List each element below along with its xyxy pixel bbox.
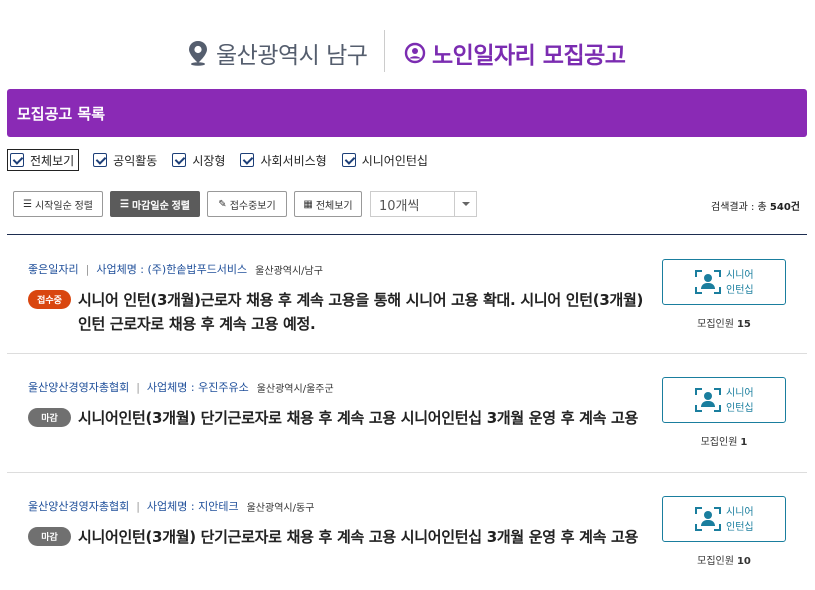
job-type-label: 시니어 인턴십 [726, 386, 766, 416]
job-type-pill: 시니어 인턴십 [662, 377, 786, 423]
filter-market-type[interactable]: 시장형 [172, 149, 225, 171]
header-divider [384, 30, 385, 72]
view-receiving-button[interactable]: ✎ 접수중보기 [207, 191, 287, 217]
button-label: 시작일순 정렬 [34, 200, 93, 212]
item-meta: 좋은일자리 | 사업체명 : (주)한솥밥푸드서비스 울산광역시/남구 [28, 261, 323, 277]
filter-label: 전체보기 [30, 153, 75, 168]
recruit-number: 1 [740, 437, 748, 448]
recruit-count: 모집인원 1 [662, 433, 786, 448]
person-scan-icon [695, 270, 721, 294]
region: 울산광역시/남구 [255, 265, 323, 277]
organization-name: 좋은일자리 [28, 263, 79, 276]
business-name: 사업체명 : (주)한솥밥푸드서비스 [96, 263, 248, 276]
meta-separator: | [85, 262, 90, 276]
checkbox-checked-icon[interactable] [240, 153, 255, 167]
checkbox-checked-icon[interactable] [10, 153, 24, 167]
view-all-button[interactable]: ▦ 전체보기 [294, 191, 362, 217]
filter-group: 전체보기 공익활동 시장형 사회서비스형 시니어인턴십 [7, 148, 443, 172]
job-description[interactable]: 시니어 인턴(3개월)근로자 채용 후 계속 고용을 통해 시니어 고용 확대.… [78, 288, 656, 336]
job-description[interactable]: 시니어인턴(3개월) 단기근로자로 채용 후 계속 고용 시니어인턴십 3개월 … [78, 406, 656, 430]
filter-senior-internship[interactable]: 시니어인턴십 [341, 149, 428, 171]
list-icon: ☰ [120, 198, 129, 210]
item-meta: 울산양산경영자총협회 | 사업체명 : 지안테크 울산광역시/동구 [28, 498, 314, 514]
recruit-label: 모집인원 [700, 437, 738, 448]
item-divider [7, 472, 807, 473]
section-title: 모집공고 목록 [17, 105, 106, 123]
status-badge: 마감 [28, 408, 71, 427]
region: 울산광역시/동구 [246, 502, 315, 514]
item-divider [7, 353, 807, 354]
recruit-label: 모집인원 [697, 319, 734, 330]
per-page-value: 10개씩 [379, 198, 420, 214]
recruit-count: 모집인원 15 [662, 315, 786, 330]
button-label: 전체보기 [315, 200, 353, 212]
checkbox-checked-icon[interactable] [172, 153, 187, 167]
organization-name: 울산양산경영자총협회 [28, 381, 130, 394]
result-count-value: 540건 [769, 202, 800, 213]
job-type-line: 시니어 [726, 270, 754, 281]
list-icon: ☰ [23, 198, 32, 210]
meta-separator: | [136, 380, 140, 394]
job-type-label: 시니어 인턴십 [726, 505, 766, 535]
checkbox-checked-icon[interactable] [341, 153, 356, 167]
person-scan-icon [695, 507, 721, 531]
button-label: 접수중보기 [229, 200, 276, 212]
job-type-label: 시니어 인턴십 [726, 268, 766, 298]
chevron-down-icon[interactable] [454, 192, 476, 216]
recruit-number: 15 [736, 319, 751, 330]
person-circle-icon [404, 42, 426, 64]
filter-all[interactable]: 전체보기 [7, 149, 80, 171]
item-meta: 울산양산경영자총협회 | 사업체명 : 우진주유소 울산광역시/울주군 [28, 379, 334, 395]
sort-start-date-button[interactable]: ☰ 시작일순 정렬 [13, 191, 103, 217]
filter-label: 공익활동 [113, 153, 158, 168]
page-title-text: 노인일자리 모집공고 [432, 43, 626, 69]
job-type-line: 인턴십 [726, 522, 754, 533]
filter-label: 시니어인턴십 [361, 153, 428, 168]
job-type-pill: 시니어 인턴십 [662, 496, 786, 542]
job-type-line: 인턴십 [726, 285, 754, 296]
status-badge: 접수중 [28, 290, 71, 309]
result-count: 검색결과 : 총 540건 [711, 198, 800, 213]
location-text: 울산광역시 남구 [216, 43, 368, 69]
grid-icon: ▦ [303, 198, 313, 210]
business-name: 사업체명 : 우진주유소 [146, 381, 249, 394]
job-type-line: 시니어 [726, 507, 754, 518]
job-type-line: 인턴십 [726, 403, 754, 414]
location-heading: 울산광역시 남구 [186, 36, 368, 70]
filter-label: 사회서비스형 [260, 153, 327, 168]
button-label: 마감일순 정렬 [131, 200, 190, 212]
region: 울산광역시/울주군 [256, 383, 334, 395]
sort-deadline-button[interactable]: ☰ 마감일순 정렬 [110, 191, 200, 217]
page-header: 울산광역시 남구 노인일자리 모집공고 [0, 30, 815, 74]
job-type-line: 시니어 [726, 388, 754, 399]
recruit-label: 모집인원 [697, 556, 734, 567]
person-scan-icon [695, 388, 721, 412]
filter-social-service[interactable]: 사회서비스형 [240, 149, 327, 171]
meta-separator: | [136, 499, 140, 513]
page-title: 노인일자리 모집공고 [404, 36, 626, 70]
organization-name: 울산양산경영자총협회 [28, 500, 130, 513]
job-description[interactable]: 시니어인턴(3개월) 단기근로자로 채용 후 계속 고용 시니어인턴십 3개월 … [78, 525, 656, 549]
status-badge: 마감 [28, 527, 71, 546]
pencil-icon: ✎ [218, 198, 227, 210]
filter-label: 시장형 [192, 153, 226, 168]
recruit-number: 10 [736, 556, 751, 567]
list-top-divider [7, 234, 807, 235]
filter-public-activity[interactable]: 공익활동 [93, 149, 157, 171]
per-page-select[interactable]: 10개씩 [370, 191, 477, 217]
checkbox-checked-icon[interactable] [93, 153, 108, 167]
job-type-pill: 시니어 인턴십 [662, 259, 786, 305]
map-pin-icon [189, 41, 207, 66]
business-name: 사업체명 : 지안테크 [146, 500, 239, 513]
result-label: 검색결과 : 총 [711, 202, 767, 213]
recruit-count: 모집인원 10 [662, 552, 786, 567]
section-header-bar: 모집공고 목록 [7, 89, 807, 137]
